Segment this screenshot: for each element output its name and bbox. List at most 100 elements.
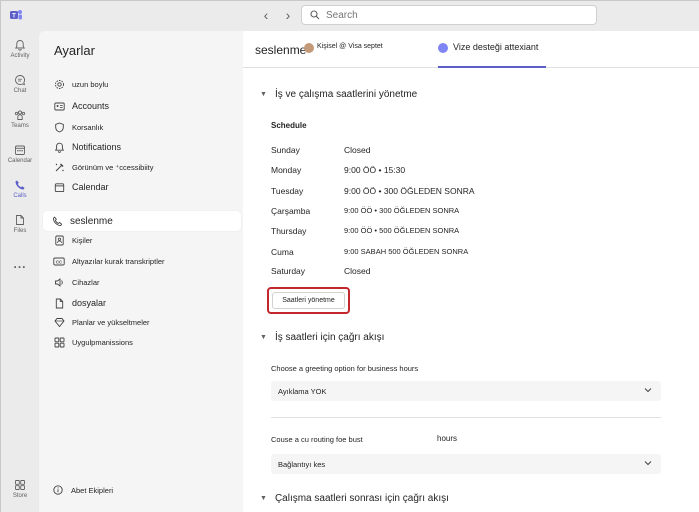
tab-voicemail[interactable]: Vize desteği attexiant (438, 42, 546, 68)
schedule-hours: 9:00 ÖÖ • 300 ÖĞLEDEN SONRA (344, 206, 460, 215)
main-header: seslenme Kişisel @ Visa septet Vize dest… (243, 31, 699, 68)
teams-logo-icon: T (10, 10, 22, 20)
chevron-down-icon: ▼ (260, 495, 267, 502)
rail-label: Activity (10, 53, 30, 59)
apps-icon (53, 336, 65, 348)
back-arrow-icon[interactable]: ‹ (259, 7, 273, 23)
section-business-call-flow-header[interactable]: ▼ İş saatleri için çağrı akışı (260, 332, 384, 343)
bell-icon (15, 40, 25, 51)
routing-dropdown[interactable]: Bağlantıyı kes (271, 454, 661, 474)
rail-item-more[interactable]: ... (1, 257, 39, 289)
sidebar-item-label: uzun boylu (72, 79, 109, 89)
sidebar-item-label: Notifications (72, 142, 122, 152)
tab-underline (438, 66, 546, 68)
speaker-icon (53, 276, 65, 288)
gear-icon (53, 78, 65, 90)
search-box[interactable] (301, 5, 597, 25)
shield-icon (53, 121, 65, 133)
apps-icon (15, 480, 25, 490)
section-after-hours-call-flow-header[interactable]: ▼ Çalışma saatleri sonrası için çağrı ak… (260, 493, 449, 504)
divider (271, 417, 661, 418)
sidebar-item-appearance[interactable]: Görünüm ve ⁺ccessibiity (45, 157, 241, 177)
teams-icon (14, 110, 26, 120)
section-business-hours-header[interactable]: ▼ İş ve çalışma saatlerini yönetme (260, 89, 417, 100)
sidebar-item-devices[interactable]: Cihazlar (45, 272, 241, 292)
app-window: T ‹ › Activity Chat Teams C (0, 0, 699, 512)
contact-icon (53, 234, 65, 246)
manage-hours-button[interactable]: Saatleri yönetme (272, 292, 345, 309)
sidebar-item-app-permissions[interactable]: Uygulpmanissions (45, 332, 241, 352)
rail-item-calendar[interactable]: Calendar (1, 144, 39, 176)
sidebar-item-captions[interactable]: CC Altyazılar kurak transkriptler (45, 251, 241, 271)
file-icon (53, 297, 65, 309)
main-panel: seslenme Kişisel @ Visa septet Vize dest… (243, 31, 699, 512)
about-label: Abet Ekipleri (71, 485, 114, 495)
svg-text:CC: CC (56, 259, 62, 264)
sidebar-item-files[interactable]: dosyalar (45, 293, 241, 313)
sidebar-item-contacts[interactable]: Kişiler (45, 230, 241, 250)
sidebar-item-label: seslenme (70, 215, 113, 227)
rail-item-calls[interactable]: Calls (1, 179, 39, 211)
calendar-icon (15, 145, 25, 155)
sidebar-item-calendar[interactable]: Calendar (45, 177, 241, 197)
sidebar-item-privacy[interactable]: Korsanlık (45, 117, 241, 137)
assistant-icon (438, 43, 448, 53)
sidebar-item-label: Planlar ve yükseltmeler (72, 317, 150, 327)
search-icon (310, 10, 320, 20)
rail-item-store[interactable]: Store (1, 479, 39, 511)
rail-label: Chat (13, 88, 27, 94)
schedule-row: Çarşamba 9:00 ÖÖ • 300 ÖĞLEDEN SONRA (271, 206, 671, 220)
calendar-icon (53, 181, 65, 193)
search-input[interactable] (326, 9, 566, 21)
id-card-icon (53, 100, 65, 112)
title-bar: T ‹ › (1, 1, 699, 31)
sidebar-item-label: Cihazlar (72, 277, 100, 287)
schedule-row: Cuma 9:00 SABAH 500 ÖĞLEDEN SONRA (271, 247, 671, 261)
section-heading: Çalışma saatleri sonrası için çağrı akış… (274, 493, 449, 504)
greeting-label: Choose a greeting option for business ho… (271, 364, 419, 373)
schedule-row: Sunday Closed (271, 145, 671, 159)
rail-label: Teams (11, 123, 29, 129)
schedule-title: Schedule (271, 121, 307, 130)
schedule-row: Monday 9:00 ÖÖ • 15:30 (271, 165, 671, 179)
sidebar-item-plans[interactable]: Planlar ve yükseltmeler (45, 312, 241, 332)
rail-label: Calls (13, 193, 27, 199)
page-subtitle: Kişisel @ Visa septet (317, 43, 383, 50)
sidebar-item-label: Görünüm ve ⁺ccessibiity (72, 162, 154, 172)
sidebar-item-label: Calendar (72, 182, 109, 192)
page-title: seslenme (255, 43, 307, 57)
forward-arrow-icon[interactable]: › (281, 7, 295, 23)
history-navigation: ‹ › (259, 7, 295, 23)
dropdown-value: Ayıklama YOK (278, 386, 327, 396)
sidebar-item-general[interactable]: uzun boylu (45, 74, 241, 94)
rail-item-chat[interactable]: Chat (1, 74, 39, 106)
greeting-dropdown[interactable]: Ayıklama YOK (271, 381, 661, 401)
rail-item-teams[interactable]: Teams (1, 109, 39, 141)
svg-text:T: T (12, 14, 16, 20)
schedule-row: Tuesday 9:00 ÖÖ • 300 ÖĞLEDEN SONRA (271, 186, 671, 200)
schedule-day: Monday (271, 165, 302, 175)
rail-item-activity[interactable]: Activity (1, 39, 39, 71)
chevron-down-icon (644, 388, 652, 393)
bell-icon (53, 141, 65, 153)
sidebar-item-calls[interactable]: seslenme (43, 211, 241, 231)
about-teams-link[interactable]: Abet Ekipleri (53, 485, 113, 495)
tab-label: Vize desteği attexiant (453, 42, 539, 52)
paint-icon (53, 161, 65, 173)
schedule-day: Saturday (271, 266, 306, 276)
sidebar-item-notifications[interactable]: Notifications (45, 137, 241, 157)
phone-icon (51, 215, 63, 227)
settings-sidebar: Ayarlar uzun boylu Accounts Korsanlık No… (39, 31, 243, 512)
schedule-day: Cuma (271, 247, 294, 257)
sidebar-item-accounts[interactable]: Accounts (45, 96, 241, 116)
sidebar-item-label: Altyazılar kurak transkriptler (72, 256, 165, 266)
schedule-row: Saturday Closed (271, 266, 671, 280)
dropdown-value: Bağlantıyı kes (278, 459, 326, 469)
schedule-hours: Closed (344, 145, 371, 155)
file-icon (16, 215, 24, 225)
rail-item-files[interactable]: Files (1, 214, 39, 246)
info-icon (53, 485, 63, 495)
schedule-hours: 9:00 ÖÖ • 15:30 (344, 165, 406, 175)
schedule-day: Thursday (271, 226, 307, 236)
schedule-day: Sunday (271, 145, 300, 155)
